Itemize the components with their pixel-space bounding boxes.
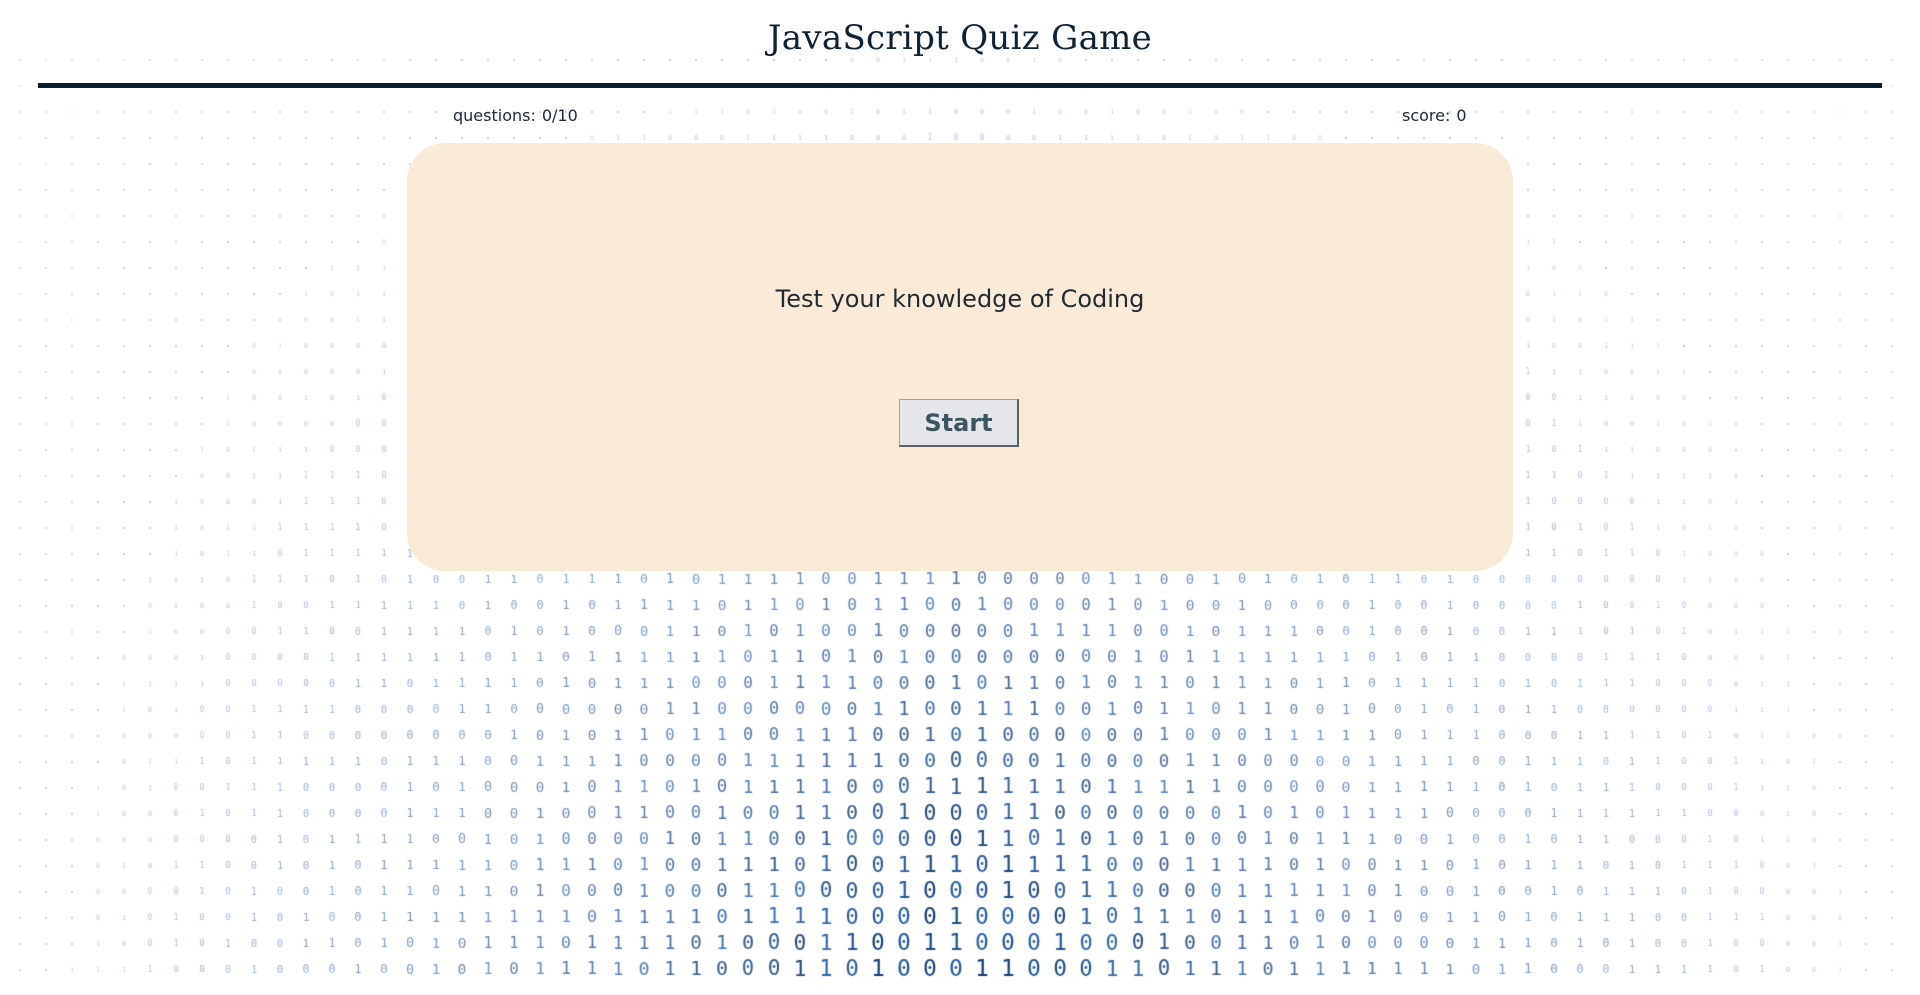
score-counter: score: 0	[1402, 106, 1467, 125]
header-divider	[38, 83, 1882, 88]
score-value: 0	[1456, 106, 1467, 125]
questions-label: questions:	[453, 106, 536, 125]
header: JavaScript Quiz Game	[0, 0, 1920, 90]
questions-value: 0/10	[541, 106, 578, 125]
questions-counter: questions: 0/10	[453, 106, 578, 125]
score-label: score:	[1402, 106, 1451, 125]
quiz-card: Test your knowledge of Coding Start	[407, 143, 1513, 571]
start-button[interactable]: Start	[899, 399, 1019, 447]
quiz-subtitle: Test your knowledge of Coding	[775, 285, 1145, 313]
page-title: JavaScript Quiz Game	[767, 18, 1153, 58]
